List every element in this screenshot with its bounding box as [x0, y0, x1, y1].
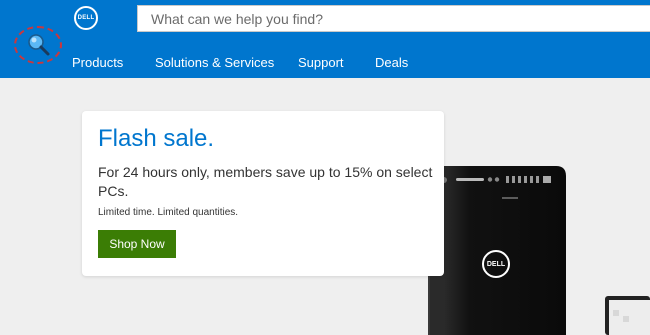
shop-now-button[interactable]: Shop Now	[98, 230, 176, 258]
desktop-tower-image: DELL	[428, 166, 566, 335]
nav-solutions-services[interactable]: Solutions & Services	[155, 55, 274, 70]
nav-support[interactable]: Support	[298, 55, 344, 70]
nav-products[interactable]: Products	[72, 55, 123, 70]
search-input[interactable]	[138, 6, 650, 31]
search-toggle-button[interactable]	[14, 26, 62, 66]
laptop-image	[605, 296, 650, 335]
dell-logo[interactable]: DELL	[74, 6, 98, 30]
search-icon	[28, 34, 50, 56]
promo-note: Limited time. Limited quantities.	[98, 207, 239, 218]
search-bar[interactable]	[137, 5, 650, 32]
site-header: DELL Products Solutions & Services Suppo…	[0, 0, 650, 78]
promo-card: Flash sale. For 24 hours only, members s…	[82, 111, 444, 276]
promo-title: Flash sale.	[98, 125, 215, 152]
promo-description: For 24 hours only, members save up to 15…	[98, 164, 433, 199]
nav-deals[interactable]: Deals	[375, 55, 408, 70]
tower-logo-text: DELL	[487, 261, 506, 268]
